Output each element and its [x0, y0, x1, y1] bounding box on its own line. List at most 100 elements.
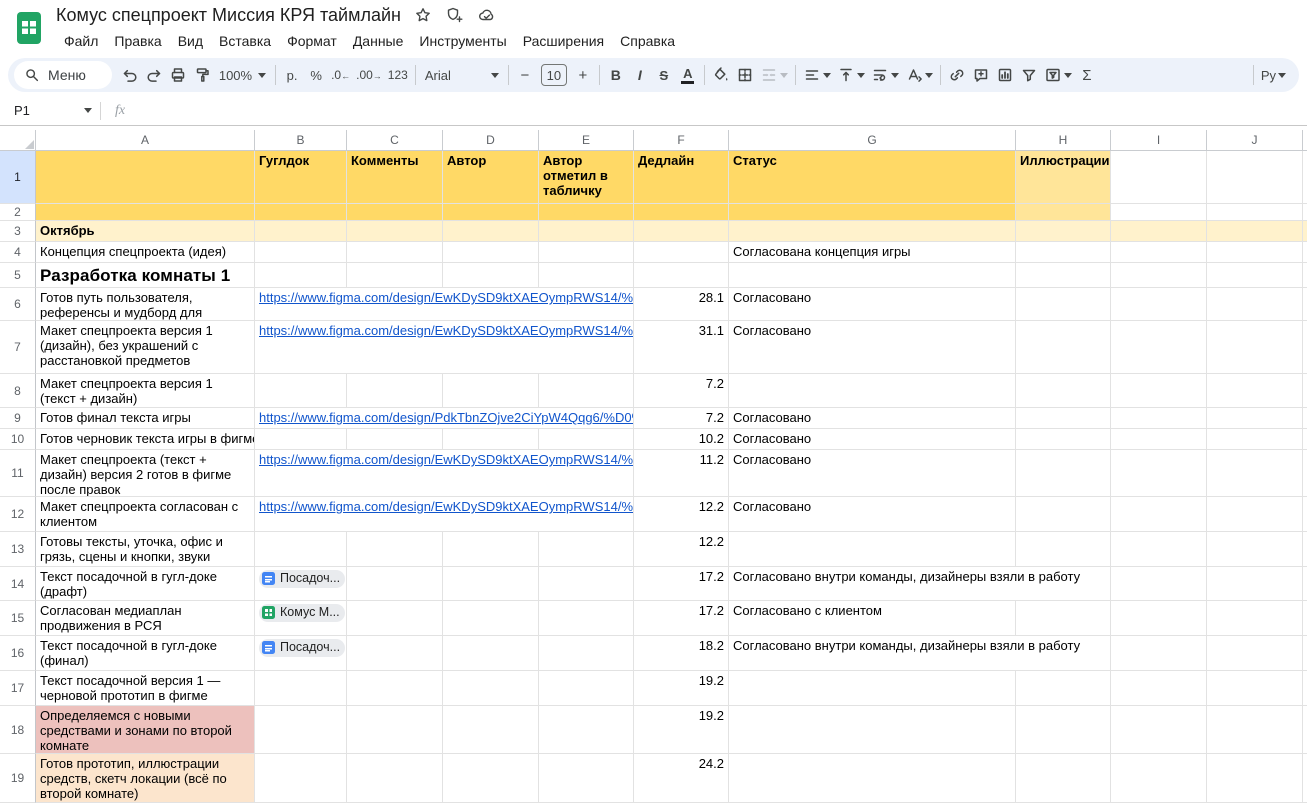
- row-header-15[interactable]: 15: [0, 601, 36, 636]
- cell-C10[interactable]: [347, 429, 443, 450]
- cell-G9[interactable]: Согласовано: [729, 408, 1016, 429]
- cell-A18[interactable]: Определяемся с новыми средствами и зонам…: [36, 706, 255, 754]
- row-header-19[interactable]: 19: [0, 754, 36, 803]
- insert-comment-button[interactable]: [969, 62, 993, 88]
- cell-H6[interactable]: [1016, 288, 1111, 321]
- cell-partial-6[interactable]: [1303, 288, 1307, 321]
- row-header-6[interactable]: 6: [0, 288, 36, 321]
- cell-A1[interactable]: [36, 151, 255, 204]
- cell-B14[interactable]: Посадоч...: [255, 567, 347, 601]
- cell-G17[interactable]: [729, 671, 1016, 706]
- cell-E2[interactable]: [539, 204, 634, 221]
- cell-A14[interactable]: Текст посадочной в гугл-доке (драфт): [36, 567, 255, 601]
- cell-D17[interactable]: [443, 671, 539, 706]
- cell-C5[interactable]: [347, 263, 443, 288]
- cell-D13[interactable]: [443, 532, 539, 567]
- cell-E1[interactable]: Автор отметил в табличку: [539, 151, 634, 204]
- column-header-J[interactable]: J: [1207, 130, 1303, 151]
- row-header-2[interactable]: 2: [0, 204, 36, 221]
- cell-F18[interactable]: 19.2: [634, 706, 729, 754]
- cell-J4[interactable]: [1207, 242, 1303, 263]
- row-header-5[interactable]: 5: [0, 263, 36, 288]
- cell-partial-18[interactable]: [1303, 706, 1307, 754]
- cell-B11[interactable]: https://www.figma.com/design/EwKDySD9ktX…: [255, 450, 634, 497]
- cell-B19[interactable]: [255, 754, 347, 803]
- figma-link[interactable]: https://www.figma.com/design/EwKDySD9ktX…: [259, 452, 634, 467]
- cell-G19[interactable]: [729, 754, 1016, 803]
- row-header-10[interactable]: 10: [0, 429, 36, 450]
- cell-J19[interactable]: [1207, 754, 1303, 803]
- star-icon[interactable]: [414, 6, 432, 24]
- figma-link[interactable]: https://www.figma.com/design/EwKDySD9ktX…: [259, 499, 634, 514]
- percent-format-button[interactable]: %: [304, 62, 328, 88]
- cell-H10[interactable]: [1016, 429, 1111, 450]
- cell-B2[interactable]: [255, 204, 347, 221]
- cell-A6[interactable]: Готов путь пользователя, референсы и муд…: [36, 288, 255, 321]
- cell-C15[interactable]: [347, 601, 443, 636]
- cell-A12[interactable]: Макет спецпроекта согласован с клиентом: [36, 497, 255, 532]
- cell-D4[interactable]: [443, 242, 539, 263]
- cell-F13[interactable]: 12.2: [634, 532, 729, 567]
- cell-E15[interactable]: [539, 601, 634, 636]
- menu-view[interactable]: Вид: [170, 31, 211, 51]
- cell-I2[interactable]: [1111, 204, 1207, 221]
- cell-partial-1[interactable]: [1303, 151, 1307, 204]
- cell-G2[interactable]: [729, 204, 1016, 221]
- cell-D8[interactable]: [443, 374, 539, 408]
- cell-partial-15[interactable]: [1303, 601, 1307, 636]
- menu-insert[interactable]: Вставка: [211, 31, 279, 51]
- redo-button[interactable]: [142, 62, 166, 88]
- cell-E14[interactable]: [539, 567, 634, 601]
- cell-J10[interactable]: [1207, 429, 1303, 450]
- cell-partial-12[interactable]: [1303, 497, 1307, 532]
- cell-D2[interactable]: [443, 204, 539, 221]
- cell-H15[interactable]: [1016, 601, 1111, 636]
- row-header-7[interactable]: 7: [0, 321, 36, 374]
- cell-D5[interactable]: [443, 263, 539, 288]
- cell-partial-8[interactable]: [1303, 374, 1307, 408]
- cell-A16[interactable]: Текст посадочной в гугл-доке (финал): [36, 636, 255, 671]
- doc-chip[interactable]: Посадоч...: [259, 570, 345, 588]
- cell-A13[interactable]: Готовы тексты, уточка, офис и грязь, сце…: [36, 532, 255, 567]
- cell-I1[interactable]: [1111, 151, 1207, 204]
- cell-I4[interactable]: [1111, 242, 1207, 263]
- name-box[interactable]: P1: [0, 103, 100, 118]
- menu-data[interactable]: Данные: [345, 31, 412, 51]
- cell-E5[interactable]: [539, 263, 634, 288]
- cell-B16[interactable]: Посадоч...: [255, 636, 347, 671]
- cell-H8[interactable]: [1016, 374, 1111, 408]
- cell-H1[interactable]: Иллюстрации: [1016, 151, 1111, 204]
- cell-B17[interactable]: [255, 671, 347, 706]
- cell-I5[interactable]: [1111, 263, 1207, 288]
- cell-C16[interactable]: [347, 636, 443, 671]
- text-color-button[interactable]: A: [676, 62, 700, 88]
- bold-button[interactable]: B: [604, 62, 628, 88]
- cell-I8[interactable]: [1111, 374, 1207, 408]
- cell-D19[interactable]: [443, 754, 539, 803]
- cell-B8[interactable]: [255, 374, 347, 408]
- cell-partial-2[interactable]: [1303, 204, 1307, 221]
- cell-D1[interactable]: Автор: [443, 151, 539, 204]
- cell-H9[interactable]: [1016, 408, 1111, 429]
- row-header-1[interactable]: 1: [0, 151, 36, 204]
- cell-I9[interactable]: [1111, 408, 1207, 429]
- zoom-button[interactable]: 100%: [214, 62, 271, 88]
- cell-J13[interactable]: [1207, 532, 1303, 567]
- cell-J2[interactable]: [1207, 204, 1303, 221]
- cell-J7[interactable]: [1207, 321, 1303, 374]
- cell-A4[interactable]: Концепция спецпроекта (идея): [36, 242, 255, 263]
- cell-E10[interactable]: [539, 429, 634, 450]
- cell-A2[interactable]: [36, 204, 255, 221]
- horizontal-align-button[interactable]: [800, 62, 834, 88]
- cell-F3[interactable]: [634, 221, 729, 242]
- cell-C8[interactable]: [347, 374, 443, 408]
- cloud-saved-icon[interactable]: [477, 6, 497, 24]
- insert-link-button[interactable]: [945, 62, 969, 88]
- row-header-9[interactable]: 9: [0, 408, 36, 429]
- cell-H19[interactable]: [1016, 754, 1111, 803]
- cell-H7[interactable]: [1016, 321, 1111, 374]
- menu-extensions[interactable]: Расширения: [515, 31, 612, 51]
- cell-F6[interactable]: 28.1: [634, 288, 729, 321]
- cell-I17[interactable]: [1111, 671, 1207, 706]
- row-header-17[interactable]: 17: [0, 671, 36, 706]
